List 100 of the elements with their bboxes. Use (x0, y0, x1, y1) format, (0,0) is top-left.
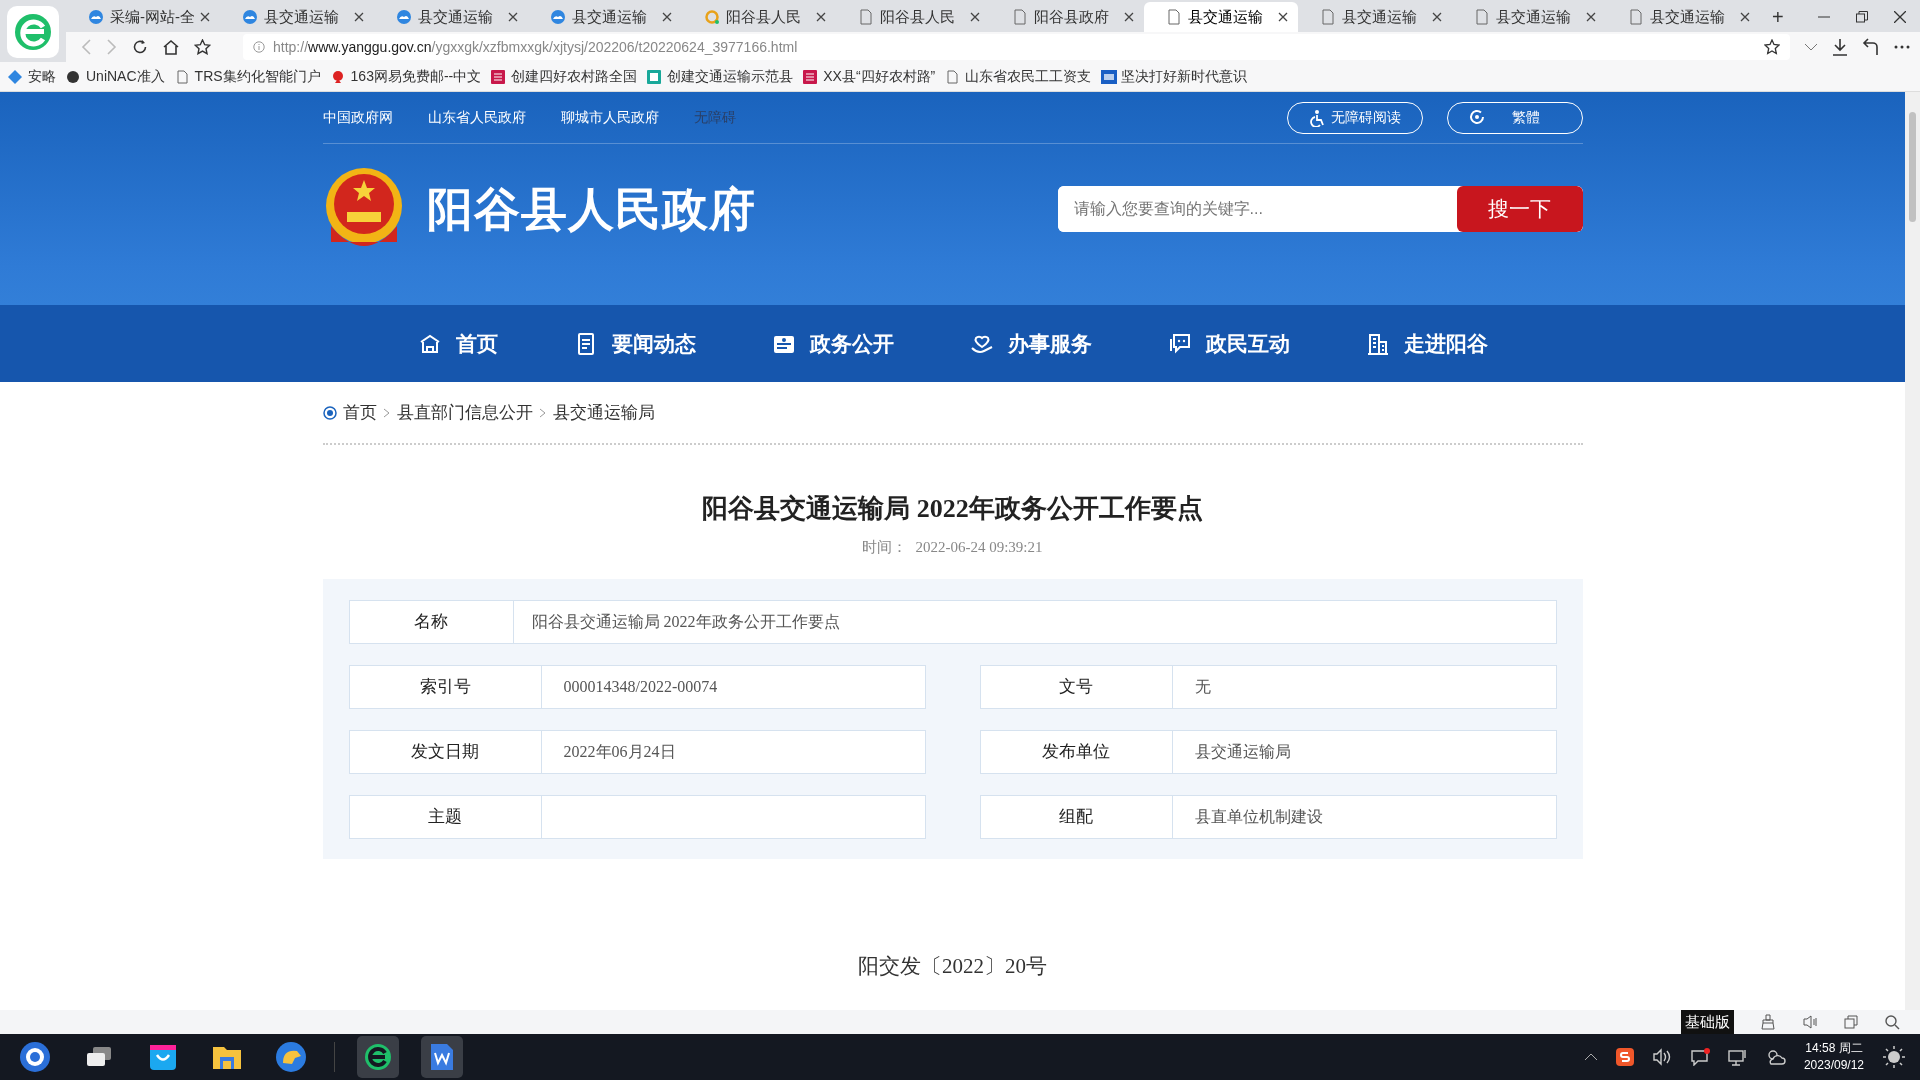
nav-item[interactable]: 办事服务 (963, 326, 1098, 361)
diamond-icon (8, 69, 24, 84)
nav-item[interactable]: 走进阳谷 (1359, 326, 1494, 361)
ring-icon (704, 9, 720, 25)
browser-tab[interactable]: 阳谷县人民 (836, 2, 990, 32)
chevron-down-icon[interactable] (1804, 42, 1818, 52)
address-field[interactable]: http://www.yanggu.gov.cn/ygxxgk/xzfbmxxgk/xjtysj/202206/t20220624_3977166.html (243, 34, 1790, 60)
breadcrumb-link[interactable]: 县交通运输局 (552, 399, 655, 426)
breadcrumb-link[interactable]: 县直部门信息公开 (396, 399, 533, 426)
field-label: 发布单位 (980, 730, 1173, 773)
nav-item[interactable]: 首页 (411, 326, 504, 361)
chevron-up-icon[interactable] (1583, 1052, 1598, 1062)
page-icon (1320, 9, 1336, 25)
bookmark-link[interactable]: 创建交通运输示范县 (647, 66, 794, 87)
cloud-icon (396, 9, 412, 25)
bookmark-link[interactable]: UniNAC准入 (66, 66, 165, 87)
speaker-icon[interactable] (1802, 1014, 1818, 1030)
browser-tab[interactable]: 采编-网站-全 (66, 2, 220, 32)
field-label: 组配 (980, 795, 1173, 838)
header-link[interactable]: 聊城市人民政府 (560, 107, 659, 128)
more-icon[interactable] (1894, 45, 1910, 49)
bookmark-link[interactable]: 163网易免费邮--中文 (330, 66, 482, 87)
nav-item[interactable]: 政务公开 (765, 326, 900, 361)
network-icon[interactable] (1727, 1048, 1748, 1066)
home-icon[interactable] (162, 39, 180, 55)
document-number: 阳交发〔2022〕20号 (857, 952, 1048, 980)
location-icon (322, 405, 337, 420)
browser-tab[interactable]: 县交通运输 (1606, 2, 1760, 32)
browser-tab[interactable]: 县交通运输 (220, 2, 374, 32)
field-label: 名称 (349, 600, 514, 643)
close-icon[interactable] (1894, 11, 1906, 23)
dot-icon (66, 69, 82, 84)
cloud-icon (88, 9, 104, 25)
page-icon (1012, 9, 1028, 25)
bookmark-link[interactable]: XX县“四好农村路” (803, 66, 936, 87)
close-icon[interactable] (354, 12, 364, 22)
bookmark-link[interactable]: 坚决打好新时代意识 (1101, 66, 1248, 87)
publish-time: 2022-06-24 09:39:21 (915, 539, 1043, 555)
browser-tab[interactable]: 县交通运输 (1144, 2, 1298, 32)
field-value: 无 (1193, 676, 1212, 697)
close-icon[interactable] (1740, 12, 1750, 22)
info-icon (253, 41, 265, 53)
field-label: 索引号 (349, 665, 542, 708)
field-value: 000014348/2022-00074 (562, 676, 719, 697)
clock[interactable]: 14:58 周二 2023/09/12 (1803, 1040, 1864, 1074)
close-icon[interactable] (1586, 12, 1596, 22)
search-field[interactable]: 请输入您要查询的关键字... 搜一下 (1057, 186, 1583, 232)
edition-label[interactable]: 基础版 (1681, 1010, 1734, 1034)
close-icon[interactable] (1124, 12, 1134, 22)
chevron-right-icon (382, 407, 391, 418)
close-icon[interactable] (200, 12, 210, 22)
reload-icon[interactable] (132, 39, 148, 55)
brightness-icon[interactable] (1882, 1045, 1906, 1069)
field-label: 主题 (349, 795, 542, 838)
time-label: 时间： (862, 539, 908, 555)
restore-icon[interactable] (1856, 11, 1868, 23)
field-value: 县交通运输局 (1193, 741, 1292, 762)
star-icon[interactable] (1764, 39, 1780, 55)
browser-tab[interactable]: 县交通运输 (374, 2, 528, 32)
nav-item[interactable]: 要闻动态 (567, 326, 702, 361)
browser-tab[interactable]: 县交通运输 (1298, 2, 1452, 32)
bookmark-link[interactable]: TRS集约化智能门户 (174, 66, 321, 87)
bookmark-link[interactable]: 安略 (8, 66, 56, 87)
bookmark-icon (803, 69, 820, 84)
weather-icon[interactable] (1765, 1048, 1786, 1066)
header-link[interactable]: 山东省人民政府 (427, 107, 526, 128)
browser-tab[interactable]: 县交通运输 (528, 2, 682, 32)
article-title: 阳谷县交通运输局 2022年政务公开工作要点 (701, 493, 1204, 525)
close-icon[interactable] (970, 12, 980, 22)
bookmark-icon (1101, 69, 1118, 84)
nav-item[interactable]: 政民互动 (1161, 326, 1296, 361)
field-value: 2022年06月24日 (562, 741, 677, 762)
browser-tab[interactable]: 阳谷县政府 (990, 2, 1144, 32)
undo-icon[interactable] (1862, 38, 1880, 56)
star-icon[interactable] (194, 39, 211, 55)
accessibility-icon (1308, 108, 1325, 127)
bookmark-link[interactable]: 山东省农民工工资支 (945, 66, 1092, 87)
page-icon (1474, 9, 1490, 25)
close-icon[interactable] (1278, 12, 1288, 22)
browser-tab[interactable]: 阳谷县人民 (682, 2, 836, 32)
input-method-icon[interactable] (1615, 1048, 1634, 1066)
refresh-icon (1468, 108, 1485, 127)
search-button[interactable]: 搜一下 (1456, 186, 1583, 232)
browser-icon[interactable] (362, 1041, 394, 1073)
close-icon[interactable] (508, 12, 518, 22)
header-link[interactable]: 中国政府网 (322, 107, 393, 128)
field-value: 阳谷县交通运输局 2022年政务公开工作要点 (530, 611, 841, 632)
scrollbar-thumb[interactable] (1909, 112, 1916, 222)
close-icon[interactable] (662, 12, 672, 22)
download-icon[interactable] (1832, 38, 1848, 56)
bookmark-link[interactable]: 创建四好农村路全国 (491, 66, 638, 87)
notification-icon[interactable] (1689, 1048, 1710, 1066)
search-icon[interactable] (1884, 1014, 1900, 1030)
volume-icon[interactable] (1651, 1048, 1672, 1066)
close-icon[interactable] (1432, 12, 1442, 22)
browser-tab[interactable]: 县交通运输 (1452, 2, 1606, 32)
building-icon (1365, 331, 1390, 356)
breadcrumb-link[interactable]: 首页 (342, 399, 377, 426)
new-tab-button[interactable]: + (1772, 2, 1784, 32)
close-icon[interactable] (816, 12, 826, 22)
